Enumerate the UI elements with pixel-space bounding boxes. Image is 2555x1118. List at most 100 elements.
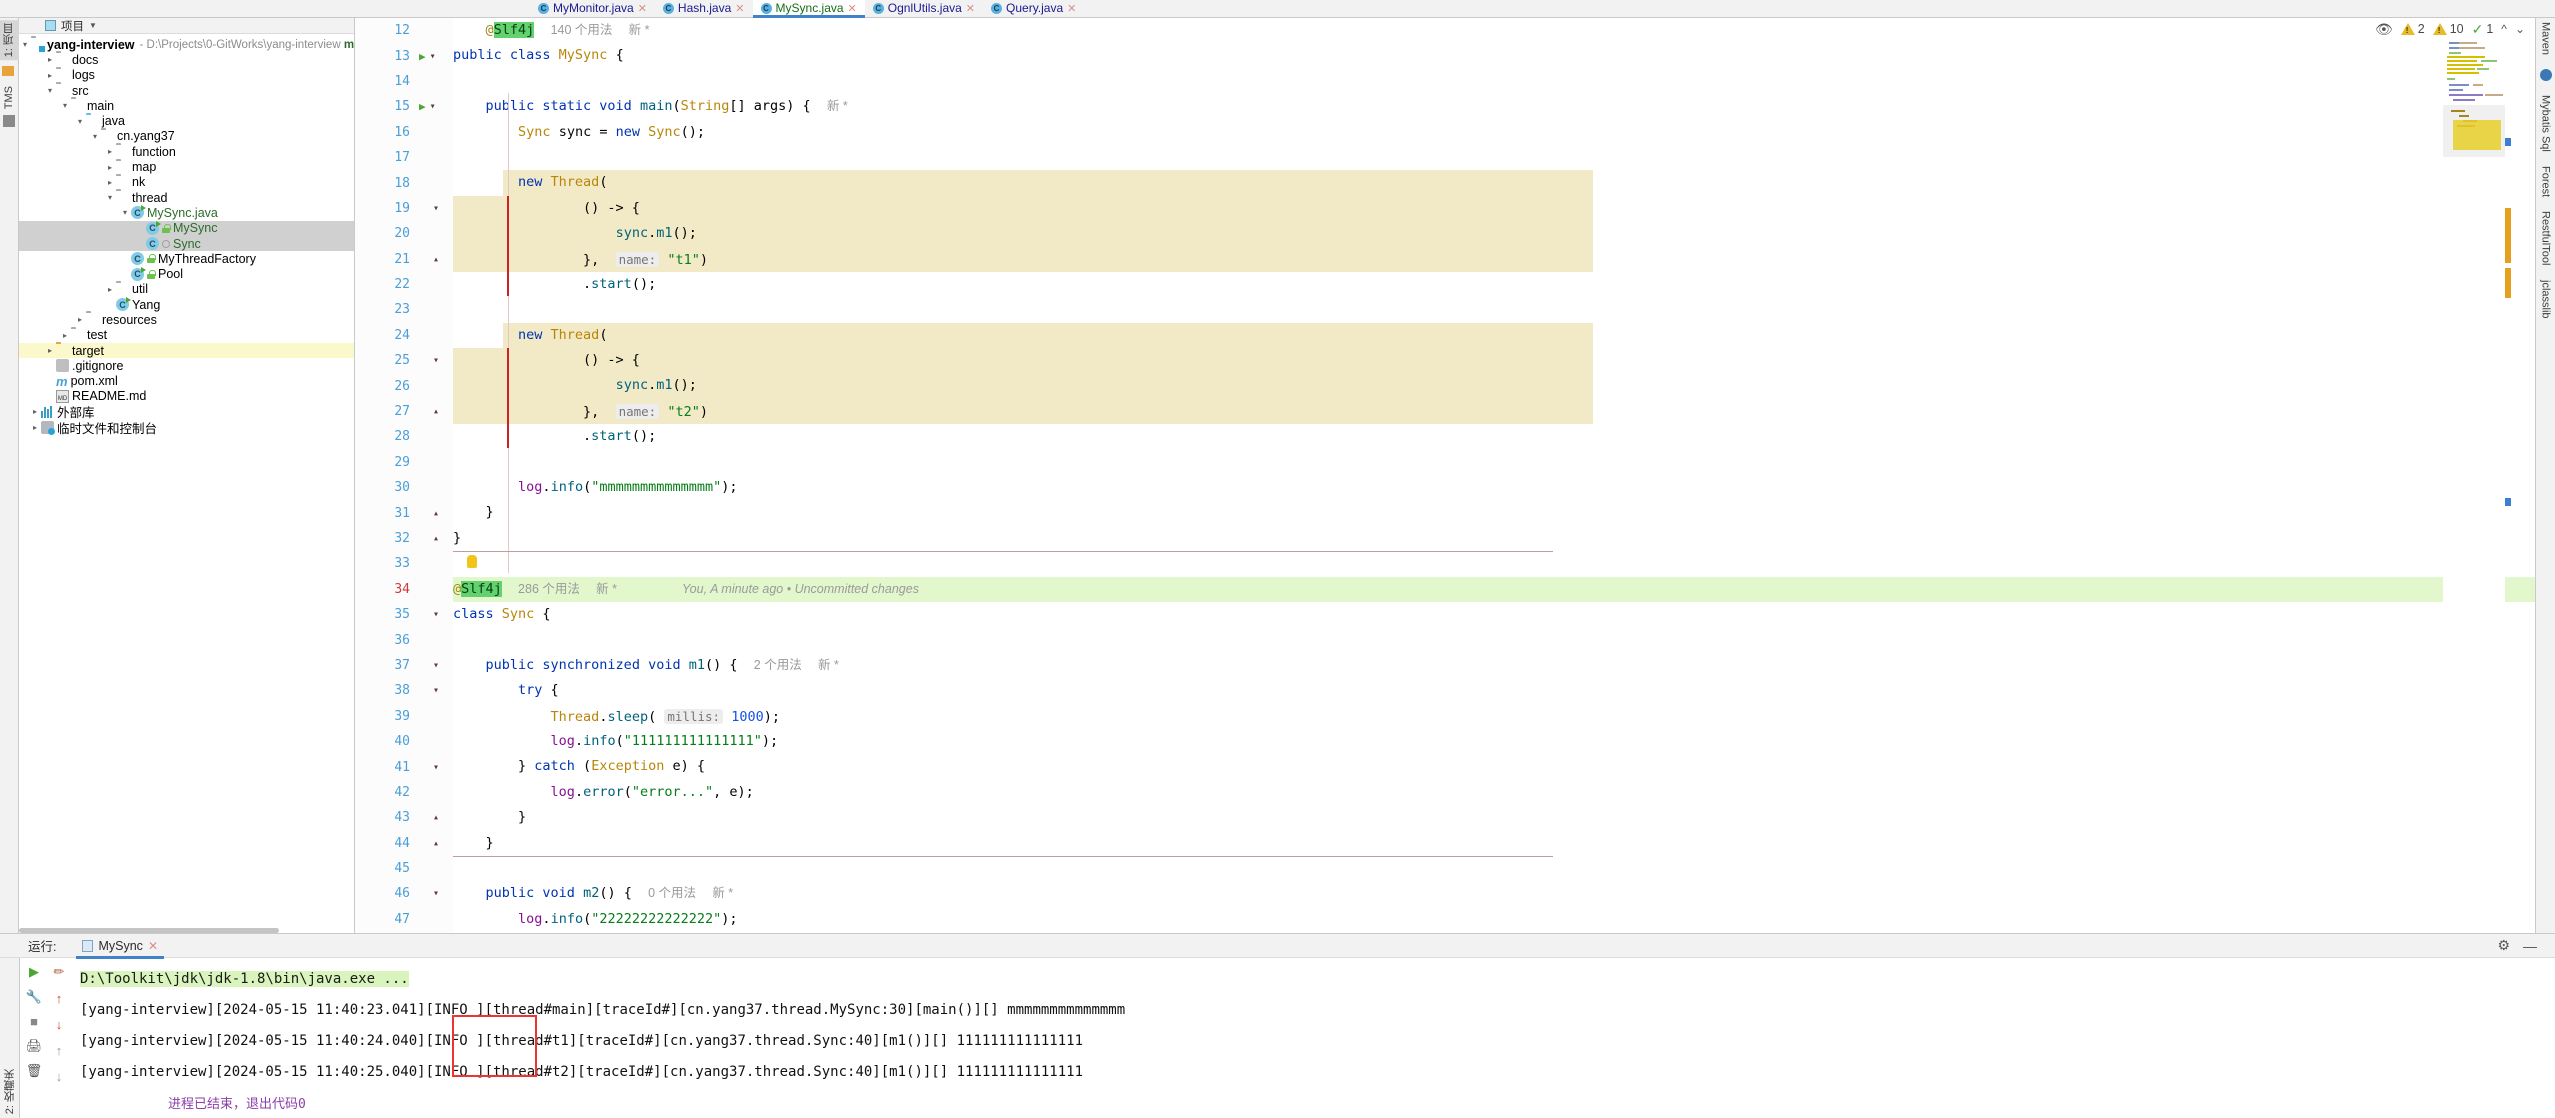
gutter-marks[interactable]: ▾ xyxy=(417,602,453,627)
line-number[interactable]: 13 xyxy=(355,43,417,68)
warning-count-2[interactable]: 10 xyxy=(2432,22,2464,36)
line-number[interactable]: 17 xyxy=(355,145,417,170)
tree-row-sync[interactable]: Sync xyxy=(19,235,354,252)
edit-icon[interactable]: ✏ xyxy=(54,964,65,980)
gutter-marks[interactable] xyxy=(417,424,453,449)
run-configuration-tab[interactable]: MySync ✕ xyxy=(76,934,164,959)
code-editor[interactable]: 12 13 14 15 16 17 18 19 20 21 22 23 24 25 26 27 28 29 30 31… xyxy=(355,18,2535,933)
line-number[interactable]: 19 xyxy=(355,196,417,221)
code-line[interactable]: public void m2() { 0 个用法 新 * xyxy=(453,881,2535,906)
arrow-up-icon[interactable]: ↑ xyxy=(56,991,63,1006)
code-line[interactable] xyxy=(453,856,2535,881)
code-line[interactable]: log.info("111111111111111"); xyxy=(453,729,2535,754)
fold-marker-icon[interactable]: ▴ xyxy=(433,812,439,823)
editor-tab-4[interactable]: Query.java✕ xyxy=(983,0,1084,17)
code-line[interactable] xyxy=(453,627,2535,652)
inspection-widget[interactable]: 👁 2 10 ✓ 1 ^ ⌄ xyxy=(2375,18,2535,40)
tree-row-map[interactable]: ▸ map xyxy=(19,159,354,174)
chevron-right-icon[interactable]: ▸ xyxy=(104,178,116,187)
line-number[interactable]: 41 xyxy=(355,754,417,779)
gutter-marks[interactable] xyxy=(417,780,453,805)
gutter-marks[interactable] xyxy=(417,297,453,322)
line-number[interactable]: 30 xyxy=(355,475,417,500)
tool-window-tms[interactable]: TMS xyxy=(3,86,15,109)
tree-row--gitignore[interactable]: .gitignore xyxy=(19,358,354,373)
chevron-down-icon[interactable]: ▾ xyxy=(59,101,71,110)
warning-count-1[interactable]: 2 xyxy=(2400,22,2425,36)
code-line[interactable]: Sync sync = new Sync(); xyxy=(453,120,2535,145)
line-number[interactable]: 27 xyxy=(355,399,417,424)
line-number[interactable]: 47 xyxy=(355,907,417,932)
tree-row-resources[interactable]: ▸ resources xyxy=(19,312,354,327)
chevron-right-icon[interactable]: ▸ xyxy=(29,423,41,432)
gutter-marks[interactable] xyxy=(417,856,453,881)
gutter-marks[interactable]: ▴ xyxy=(417,526,453,551)
editor-tab-3[interactable]: OgnlUtils.java ✕ xyxy=(865,0,983,17)
line-number[interactable]: 24 xyxy=(355,323,417,348)
code-line[interactable]: log.error("error...", e); xyxy=(453,780,2535,805)
tree-row-src[interactable]: ▾ src xyxy=(19,83,354,98)
code-line[interactable]: .start(); xyxy=(453,272,2535,297)
tree-row-util[interactable]: ▸ util xyxy=(19,282,354,297)
gutter-marks[interactable]: ▴ xyxy=(417,805,453,830)
line-number[interactable]: 36 xyxy=(355,627,417,652)
gutter-marks[interactable]: ▶ ▾ xyxy=(417,94,453,119)
tree-row-java[interactable]: ▾ java xyxy=(19,113,354,128)
code-minimap[interactable] xyxy=(2443,42,2505,933)
code-line[interactable]: }, name: "t1") xyxy=(453,247,2535,272)
tree-row-test[interactable]: ▸ test xyxy=(19,328,354,343)
run-gutter-icon[interactable]: ▶ xyxy=(419,50,426,63)
chevron-right-icon[interactable]: ▸ xyxy=(59,331,71,340)
line-number[interactable]: 43 xyxy=(355,805,417,830)
gutter-marks[interactable] xyxy=(417,577,453,602)
line-number[interactable]: 46 xyxy=(355,881,417,906)
line-number[interactable]: 31 xyxy=(355,500,417,525)
tree-row-main[interactable]: ▾ main xyxy=(19,98,354,113)
tool-window-forest[interactable]: Forest xyxy=(2540,166,2552,197)
code-line[interactable]: () -> { xyxy=(453,348,2535,373)
line-number[interactable]: 39 xyxy=(355,704,417,729)
eye-off-icon[interactable]: 👁 xyxy=(2375,21,2393,38)
line-number[interactable]: 28 xyxy=(355,424,417,449)
intention-bulb-icon[interactable] xyxy=(467,555,477,569)
code-line[interactable]: }, name: "t2") xyxy=(453,399,2535,424)
chevron-right-icon[interactable]: ▸ xyxy=(29,407,41,416)
line-number[interactable]: 20 xyxy=(355,221,417,246)
gutter-marks[interactable]: ▾ xyxy=(417,196,453,221)
arrow-down-icon-2[interactable]: ↓ xyxy=(56,1069,63,1084)
code-line[interactable]: Thread.sleep( millis: 1000); xyxy=(453,704,2535,729)
code-line[interactable] xyxy=(453,145,2535,170)
tool-window-jclasslib[interactable]: jclasslib xyxy=(2540,280,2552,319)
fold-marker-icon[interactable]: ▾ xyxy=(430,51,436,62)
code-line[interactable]: () -> { xyxy=(453,196,2535,221)
horizontal-scrollbar[interactable] xyxy=(19,928,279,933)
chevron-right-icon[interactable]: ▸ xyxy=(104,163,116,172)
code-line[interactable]: log.info("22222222222222"); xyxy=(453,907,2535,932)
chevron-right-icon[interactable]: ▸ xyxy=(104,285,116,294)
editor-tab-0[interactable]: MyMonitor.java ✕ xyxy=(530,0,655,17)
tree-row-thread[interactable]: ▾ thread xyxy=(19,190,354,205)
scroll-marker-blue[interactable] xyxy=(2505,138,2511,146)
gutter-marks[interactable]: ▶ ▾ xyxy=(417,43,453,68)
code-line[interactable]: sync.m1(); xyxy=(453,221,2535,246)
gutter-marks[interactable] xyxy=(417,145,453,170)
gutter-marks[interactable] xyxy=(417,475,453,500)
code-line[interactable]: } xyxy=(453,805,2535,830)
chevron-right-icon[interactable]: ▸ xyxy=(44,55,56,64)
chevron-down-icon[interactable]: ▾ xyxy=(89,132,101,141)
code-line[interactable]: log.info("mmmmmmmmmmmmmm"); xyxy=(453,475,2535,500)
tool-window-restful[interactable]: RestfulTool xyxy=(2540,211,2552,265)
fold-marker-icon[interactable]: ▾ xyxy=(433,203,439,214)
tree-row-cn-yang37[interactable]: ▾ cn.yang37 xyxy=(19,129,354,144)
fold-marker-icon[interactable]: ▴ xyxy=(433,838,439,849)
line-number[interactable]: 23 xyxy=(355,297,417,322)
minimize-icon[interactable]: — xyxy=(2523,938,2537,954)
tree-row-pom-xml[interactable]: m pom.xml xyxy=(19,374,354,389)
console-output[interactable]: D:\Toolkit\jdk\jdk-1.8\bin\java.exe ... [… xyxy=(70,958,2555,1118)
line-number[interactable]: 32 xyxy=(355,526,417,551)
code-line[interactable]: @Slf4j 286 个用法 新 * You, A minute ago • U… xyxy=(453,576,2535,602)
stop-icon[interactable]: ■ xyxy=(30,1014,38,1029)
close-icon[interactable]: ✕ xyxy=(966,2,975,15)
tree-row-root[interactable]: ▾ yang-interview - D:\Projects\0-GitWorks\… xyxy=(19,37,354,53)
line-number[interactable]: 15 xyxy=(355,94,417,119)
